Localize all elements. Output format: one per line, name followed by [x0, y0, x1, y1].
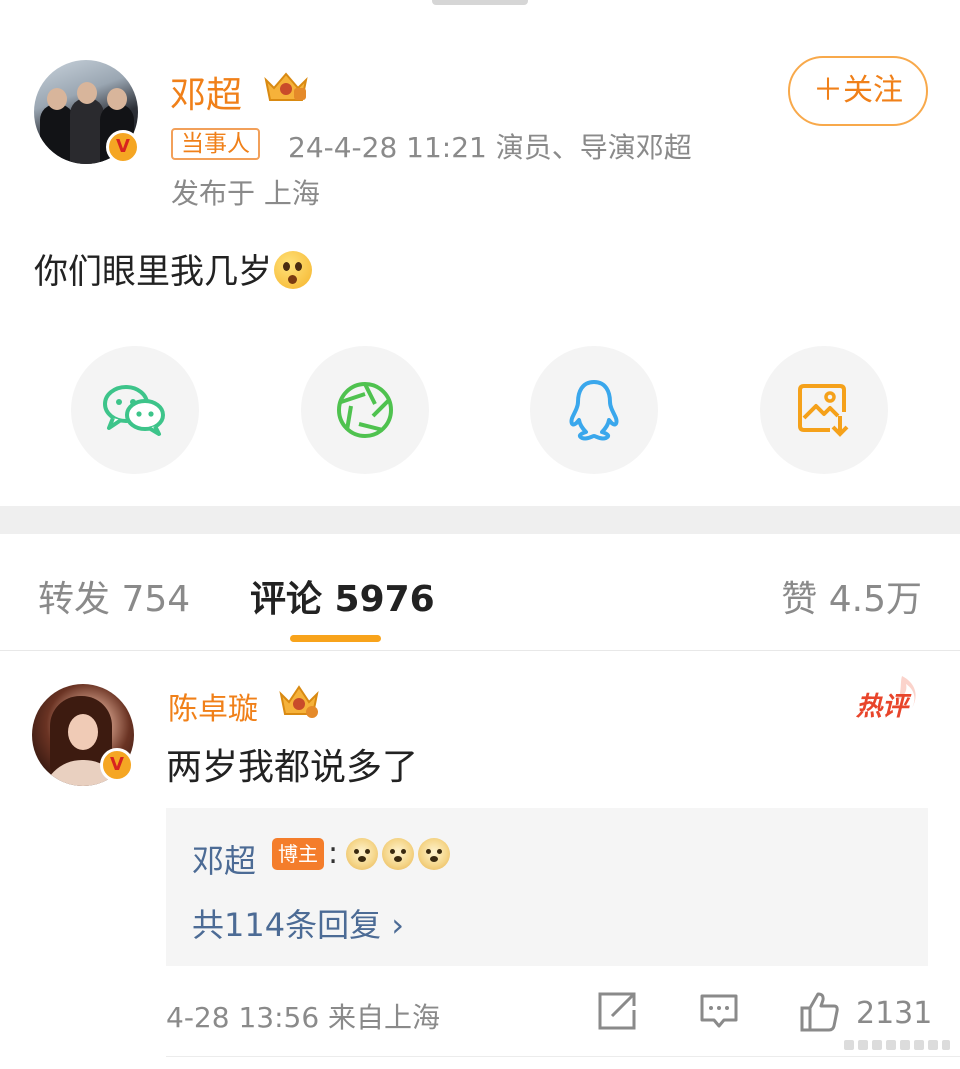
role-tag: 当事人 — [171, 128, 260, 160]
view-all-replies-link[interactable]: 共114条回复 › — [192, 900, 404, 946]
doge-emoji-icon — [418, 838, 450, 870]
watermark-icon — [844, 1040, 950, 1050]
tab-comment[interactable]: 评论 5976 — [250, 570, 435, 622]
tab-divider — [0, 650, 960, 651]
commenter-name[interactable]: 陈卓璇 — [168, 684, 258, 728]
post-text: 你们眼里我几岁 — [34, 244, 312, 293]
tab-repost[interactable]: 转发 754 — [38, 570, 190, 622]
qq-icon — [569, 380, 619, 441]
share-wechat-button[interactable] — [71, 346, 199, 474]
section-divider — [0, 506, 960, 534]
post-location: 发布于 上海 — [171, 177, 320, 210]
blogger-tag: 博主 — [272, 838, 324, 870]
doge-emoji-icon — [382, 838, 414, 870]
share-moments-button[interactable] — [301, 346, 429, 474]
active-tab-indicator — [290, 635, 381, 642]
thumbs-up-icon[interactable] — [798, 990, 840, 1032]
like-count: 2131 — [856, 996, 933, 1031]
surprised-emoji-icon — [274, 251, 312, 289]
share-qq-button[interactable] — [530, 346, 658, 474]
drag-handle[interactable] — [432, 0, 528, 5]
comment-time-location: 4-28 13:56 来自上海 — [166, 1001, 441, 1034]
verified-badge-icon: V — [106, 130, 140, 164]
reply-colon: : — [328, 836, 339, 871]
comment-text: 两岁我都说多了 — [166, 747, 419, 788]
save-image-button[interactable] — [760, 346, 888, 474]
moments-icon — [337, 382, 393, 438]
post-text-content: 你们眼里我几岁 — [34, 252, 272, 292]
wechat-icon — [103, 385, 165, 436]
crown-level-icon — [279, 685, 319, 718]
verified-badge-icon: V — [100, 748, 134, 782]
tab-like[interactable]: 赞 4.5万 — [781, 570, 922, 622]
post-author-name[interactable]: 邓超 — [170, 66, 242, 118]
reply-comment-icon[interactable] — [698, 990, 740, 1032]
doge-emoji-icon — [346, 838, 378, 870]
comment-divider — [166, 1056, 960, 1057]
share-comment-icon[interactable] — [596, 990, 638, 1032]
follow-button[interactable]: ＋关注 — [788, 56, 928, 126]
crown-level-icon — [264, 72, 308, 101]
save-image-icon — [798, 384, 849, 437]
post-meta: 24-4-28 11:21 演员、导演邓超 — [288, 131, 692, 164]
reply-author-name[interactable]: 邓超 — [192, 836, 256, 882]
hot-comment-label: 热评 — [856, 692, 909, 722]
reply-preview[interactable]: 邓超 博主 : 共114条回复 › — [166, 808, 928, 966]
